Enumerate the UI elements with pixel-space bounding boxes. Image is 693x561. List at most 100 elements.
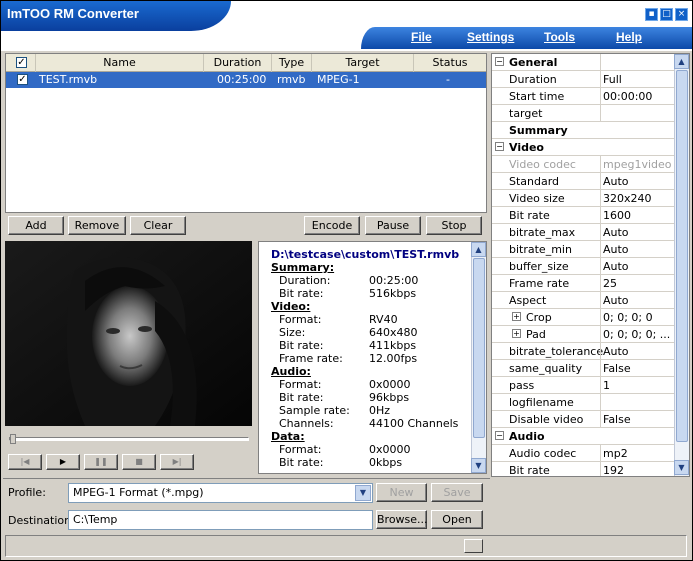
collapse-icon[interactable]: − (495, 57, 504, 66)
scroll-up-icon[interactable]: ▲ (471, 242, 486, 257)
column-header-status[interactable]: Status (414, 54, 486, 72)
property-category[interactable]: − Audio (492, 428, 674, 445)
column-header-name[interactable]: Name (36, 54, 204, 72)
scroll-thumb[interactable] (676, 70, 688, 442)
property-row[interactable]: Duration Full (492, 71, 674, 88)
property-value[interactable]: 1 (603, 379, 674, 392)
scroll-thumb[interactable] (473, 258, 485, 438)
property-value[interactable]: Auto (603, 175, 674, 188)
chevron-down-icon[interactable]: ▼ (355, 485, 371, 501)
property-category[interactable]: − General (492, 54, 674, 71)
stop-playback-button[interactable]: ■ (122, 454, 156, 470)
property-row[interactable]: target (492, 105, 674, 122)
property-value[interactable]: 1600 (603, 209, 674, 222)
expand-icon[interactable]: + (512, 312, 521, 321)
collapse-icon[interactable]: − (495, 431, 504, 440)
property-row[interactable]: pass 1 (492, 377, 674, 394)
remove-button[interactable]: Remove (68, 216, 126, 235)
property-divider (600, 71, 601, 88)
property-row[interactable]: Bit rate 1600 (492, 207, 674, 224)
scroll-down-icon[interactable]: ▼ (471, 458, 486, 473)
menu-tools[interactable]: Tools (544, 30, 575, 44)
property-row[interactable]: same_quality False (492, 360, 674, 377)
column-header-type[interactable]: Type (272, 54, 312, 72)
property-row[interactable]: Audio codec mp2 (492, 445, 674, 462)
last-frame-button[interactable]: ▶| (160, 454, 194, 470)
profile-select[interactable]: MPEG-1 Format (*.mpg) ▼ (68, 483, 373, 503)
play-button[interactable]: ▶ (46, 454, 80, 470)
property-row[interactable]: + Pad 0; 0; 0; 0; ... (492, 326, 674, 343)
property-value[interactable]: Auto (603, 345, 674, 358)
collapse-icon[interactable]: − (495, 142, 504, 151)
encode-button[interactable]: Encode (304, 216, 360, 235)
column-header-duration[interactable]: Duration (204, 54, 272, 72)
scroll-down-icon[interactable]: ▼ (674, 460, 689, 475)
property-row[interactable]: Disable video False (492, 411, 674, 428)
property-row[interactable]: bitrate_tolerance Auto (492, 343, 674, 360)
property-row[interactable]: Bit rate 192 (492, 462, 674, 476)
first-frame-button[interactable]: |◀ (8, 454, 42, 470)
property-category[interactable]: − Video (492, 139, 674, 156)
stop-button[interactable]: Stop (426, 216, 482, 235)
property-row[interactable]: logfilename (492, 394, 674, 411)
scroll-up-icon[interactable]: ▲ (674, 54, 689, 69)
select-all-header[interactable]: ✓ (6, 54, 36, 72)
save-profile-button[interactable]: Save (431, 483, 483, 502)
property-category[interactable]: Summary (492, 122, 674, 139)
table-row[interactable]: ✓ TEST.rmvb 00:25:00 rmvb MPEG-1 - (6, 72, 486, 88)
property-row[interactable]: bitrate_max Auto (492, 224, 674, 241)
new-profile-button[interactable]: New (376, 483, 427, 502)
pause-button[interactable]: Pause (365, 216, 421, 235)
property-row[interactable]: Video codec mpeg1video (492, 156, 674, 173)
row-checkbox[interactable]: ✓ (17, 74, 28, 85)
open-folder-button[interactable]: Open (431, 510, 483, 529)
destination-input[interactable]: C:\Temp (68, 510, 373, 530)
property-value[interactable]: 320x240 (603, 192, 674, 205)
pause-playback-button[interactable]: ❚❚ (84, 454, 118, 470)
add-button[interactable]: Add (8, 216, 64, 235)
minimize-button[interactable]: ▪ (645, 8, 658, 21)
property-value[interactable]: False (603, 362, 674, 375)
expand-icon[interactable]: + (512, 329, 521, 338)
file-list[interactable]: ✓ Name Duration Type Target Status ✓ TES… (5, 53, 487, 213)
properties-grid[interactable]: − General Duration Full Start time 00:00:00 ta… (491, 53, 690, 477)
property-value[interactable]: 192 (603, 464, 674, 476)
menu-settings[interactable]: Settings (467, 30, 514, 44)
property-value[interactable]: Auto (603, 294, 674, 307)
property-value[interactable]: 25 (603, 277, 674, 290)
property-row[interactable]: Start time 00:00:00 (492, 88, 674, 105)
info-scrollbar[interactable]: ▲ ▼ (471, 242, 486, 473)
property-row[interactable]: bitrate_min Auto (492, 241, 674, 258)
seek-bar[interactable] (9, 437, 249, 441)
property-value[interactable]: mpeg1video (603, 158, 674, 171)
select-all-checkbox[interactable]: ✓ (16, 57, 27, 68)
clear-button[interactable]: Clear (130, 216, 186, 235)
menu-file[interactable]: File (411, 30, 432, 44)
close-button[interactable]: × (675, 8, 688, 21)
property-value[interactable]: Auto (603, 243, 674, 256)
property-value[interactable]: mp2 (603, 447, 674, 460)
property-value[interactable]: Full (603, 73, 674, 86)
property-value[interactable]: False (603, 413, 674, 426)
menu-help[interactable]: Help (616, 30, 642, 44)
restore-button[interactable]: □ (660, 8, 673, 21)
property-value[interactable]: Auto (603, 260, 674, 273)
property-row[interactable]: Standard Auto (492, 173, 674, 190)
property-row[interactable]: + Crop 0; 0; 0; 0 (492, 309, 674, 326)
property-divider (600, 241, 601, 258)
property-value[interactable]: 00:00:00 (603, 90, 674, 103)
audio-heading: Audio: (271, 365, 311, 378)
properties-scrollbar[interactable]: ▲ ▼ (674, 54, 689, 476)
property-divider (600, 207, 601, 224)
property-row[interactable]: buffer_size Auto (492, 258, 674, 275)
column-header-target[interactable]: Target (312, 54, 414, 72)
seek-handle[interactable] (10, 434, 16, 444)
property-row[interactable]: Video size 320x240 (492, 190, 674, 207)
status-toggle-button[interactable] (464, 539, 483, 553)
property-row[interactable]: Frame rate 25 (492, 275, 674, 292)
property-row[interactable]: Aspect Auto (492, 292, 674, 309)
property-value[interactable]: Auto (603, 226, 674, 239)
property-value[interactable]: 0; 0; 0; 0 (603, 311, 674, 324)
property-value[interactable]: 0; 0; 0; 0; ... (603, 328, 674, 341)
browse-button[interactable]: Browse... (376, 510, 428, 529)
